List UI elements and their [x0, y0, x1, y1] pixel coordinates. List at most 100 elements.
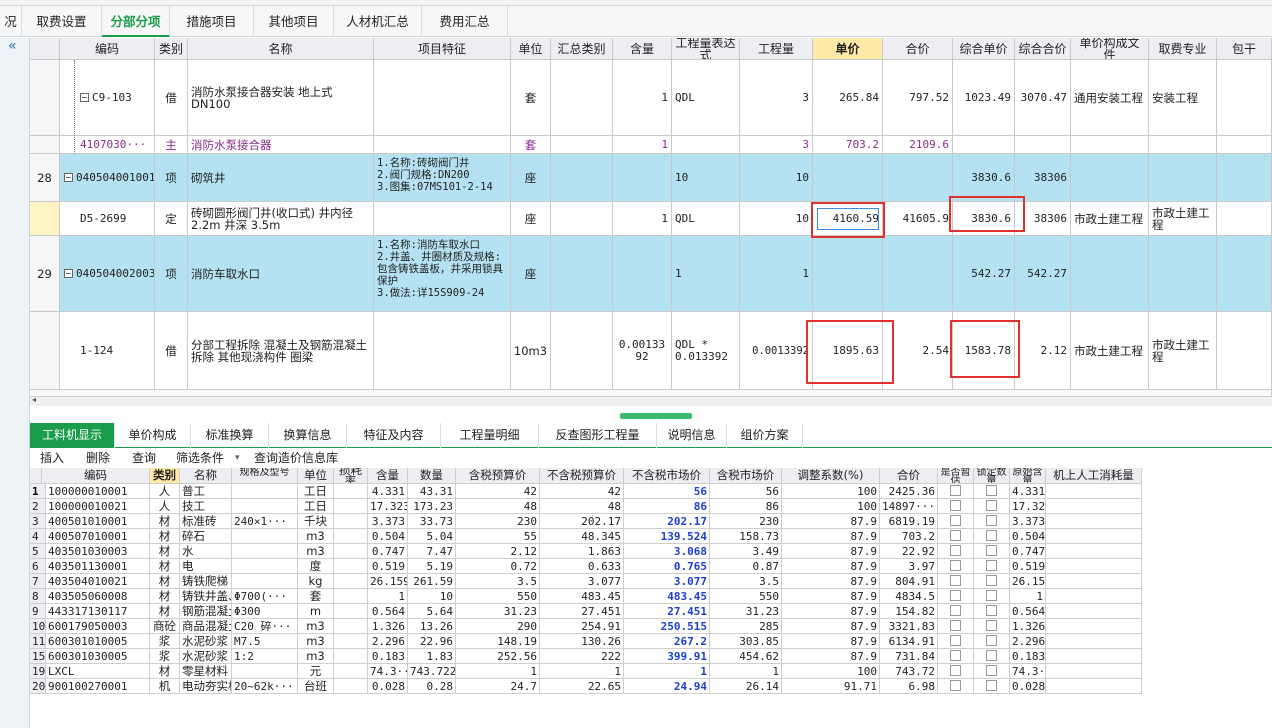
lower-cell-spec[interactable] [232, 544, 298, 559]
lower-cell-factor[interactable]: 91.71 [782, 679, 880, 694]
cell-file[interactable]: 通用安装工程 [1071, 60, 1149, 136]
lower-cell-est[interactable] [938, 619, 974, 634]
lower-header-1[interactable]: 类别 [150, 468, 180, 484]
cell-name[interactable]: 砌筑井 [188, 154, 374, 202]
lower-cell-factor[interactable]: 87.9 [782, 634, 880, 649]
lower-cell-tax_budget[interactable]: 2.12 [456, 544, 540, 559]
lower-cell-tax_budget[interactable]: 148.19 [456, 634, 540, 649]
cell-type[interactable]: 主 [155, 136, 188, 154]
lock-qty-checkbox[interactable] [986, 560, 997, 571]
lower-cell-tax_market[interactable]: 158.73 [710, 529, 782, 544]
lower-cell-qty[interactable]: 43.31 [408, 484, 456, 499]
cell-file[interactable] [1071, 136, 1149, 154]
lower-cell-notax_budget[interactable]: 1 [540, 664, 624, 679]
lower-cell-notax_market[interactable]: 1 [624, 664, 710, 679]
lower-cell-factor[interactable]: 87.9 [782, 604, 880, 619]
lower-cell-total[interactable]: 3321.83 [880, 619, 938, 634]
lower-cell-type[interactable]: 浆 [150, 649, 180, 664]
lower-cell-loss[interactable] [334, 574, 368, 589]
estimate-checkbox[interactable] [950, 530, 961, 541]
lower-cell-loss[interactable] [334, 604, 368, 619]
lower-cell-tax_market[interactable]: 3.5 [710, 574, 782, 589]
lower-cell-total[interactable]: 4834.5 [880, 589, 938, 604]
header-9[interactable]: 单价 [813, 38, 883, 60]
lower-cell-orig[interactable]: 2.296 [1010, 634, 1046, 649]
lower-cell-tax_budget[interactable]: 252.56 [456, 649, 540, 664]
estimate-checkbox[interactable] [950, 650, 961, 661]
lower-cell-unit[interactable]: 工日 [298, 484, 334, 499]
toolbar-item-0[interactable]: 插入 [40, 449, 64, 468]
bottom-tab-1[interactable]: 单价构成 [115, 423, 191, 448]
lower-cell-lock[interactable] [974, 499, 1010, 514]
lower-cell-notax_market[interactable]: 24.94 [624, 679, 710, 694]
lower-cell-qty[interactable]: 5.64 [408, 604, 456, 619]
cell-file[interactable] [1071, 236, 1149, 312]
cell-sum_cat[interactable] [551, 236, 613, 312]
lower-cell-type[interactable]: 材 [150, 589, 180, 604]
lower-header-14[interactable]: 是否暂估 [938, 468, 974, 484]
lower-cell-total[interactable]: 3.97 [880, 559, 938, 574]
lower-header-8[interactable]: 含税预算价 [456, 468, 540, 484]
cell-unit[interactable]: 座 [511, 202, 551, 236]
lower-cell-tax_budget[interactable]: 230 [456, 514, 540, 529]
lower-cell-tax_budget[interactable]: 24.7 [456, 679, 540, 694]
lower-cell-notax_budget[interactable]: 222 [540, 649, 624, 664]
cell-content[interactable]: 1 [613, 202, 672, 236]
cell-major[interactable] [1149, 136, 1217, 154]
lower-cell-name[interactable]: 铸铁爬梯 [180, 574, 232, 589]
lower-cell-content[interactable]: 26.159 [368, 574, 408, 589]
lower-cell-qty[interactable]: 13.26 [408, 619, 456, 634]
lower-cell-lock[interactable] [974, 679, 1010, 694]
lower-cell-notax_budget[interactable]: 483.45 [540, 589, 624, 604]
lower-cell-lock[interactable] [974, 484, 1010, 499]
estimate-checkbox[interactable] [950, 515, 961, 526]
lower-cell-factor[interactable]: 87.9 [782, 649, 880, 664]
lower-cell-orig[interactable]: 26.159 [1010, 574, 1046, 589]
lower-header-9[interactable]: 不含税预算价 [540, 468, 624, 484]
lower-cell-factor[interactable]: 87.9 [782, 574, 880, 589]
lower-cell-total[interactable]: 703.2 [880, 529, 938, 544]
lower-cell-tax_market[interactable]: 0.87 [710, 559, 782, 574]
header-10[interactable]: 合价 [883, 38, 953, 60]
lower-cell-spec[interactable] [232, 559, 298, 574]
tab-0[interactable]: 况 [0, 6, 22, 37]
lower-cell-factor[interactable]: 100 [782, 484, 880, 499]
estimate-checkbox[interactable] [950, 545, 961, 556]
tab-2[interactable]: 分部分项 [102, 6, 170, 37]
lower-cell-spec[interactable]: 1:2 [232, 649, 298, 664]
lower-cell-lock[interactable] [974, 559, 1010, 574]
lower-cell-qty[interactable]: 173.23 [408, 499, 456, 514]
lower-cell-notax_market[interactable]: 267.2 [624, 634, 710, 649]
lower-cell-notax_market[interactable]: 139.524 [624, 529, 710, 544]
lower-cell-content[interactable]: 0.504 [368, 529, 408, 544]
header-5[interactable]: 汇总类别 [551, 38, 613, 60]
lower-cell-total[interactable]: 6134.91 [880, 634, 938, 649]
lower-cell-factor[interactable]: 87.9 [782, 544, 880, 559]
lower-cell-notax_market[interactable]: 56 [624, 484, 710, 499]
lower-cell-type[interactable]: 材 [150, 604, 180, 619]
lower-cell-mech[interactable] [1046, 544, 1142, 559]
lower-cell-est[interactable] [938, 514, 974, 529]
lower-cell-code[interactable]: 100000010001 [42, 484, 150, 499]
cell-expr[interactable] [672, 136, 740, 154]
bottom-tab-5[interactable]: 工程量明细 [441, 423, 539, 448]
panel-splitter-handle[interactable] [620, 413, 692, 419]
lower-cell-content[interactable]: 0.028 [368, 679, 408, 694]
lower-cell-lock[interactable] [974, 529, 1010, 544]
lower-cell-est[interactable] [938, 679, 974, 694]
lower-cell-unit[interactable]: m3 [298, 649, 334, 664]
lower-header-12[interactable]: 调整系数(%) [782, 468, 880, 484]
bottom-tab-2[interactable]: 标准换算 [191, 423, 269, 448]
tree-collapse-icon[interactable]: − [80, 93, 89, 102]
lower-cell-name[interactable]: 铸铁井盖、井座 [180, 589, 232, 604]
lower-cell-content[interactable]: 0.747 [368, 544, 408, 559]
lower-cell-qty[interactable]: 7.47 [408, 544, 456, 559]
lower-cell-code[interactable]: 400507010001 [42, 529, 150, 544]
cell-expr[interactable]: QDL [672, 60, 740, 136]
lock-qty-checkbox[interactable] [986, 500, 997, 511]
lower-cell-name[interactable]: 技工 [180, 499, 232, 514]
lower-cell-loss[interactable] [334, 529, 368, 544]
lower-cell-loss[interactable] [334, 664, 368, 679]
cell-feature[interactable] [374, 60, 511, 136]
lower-cell-orig[interactable]: 1.326 [1010, 619, 1046, 634]
